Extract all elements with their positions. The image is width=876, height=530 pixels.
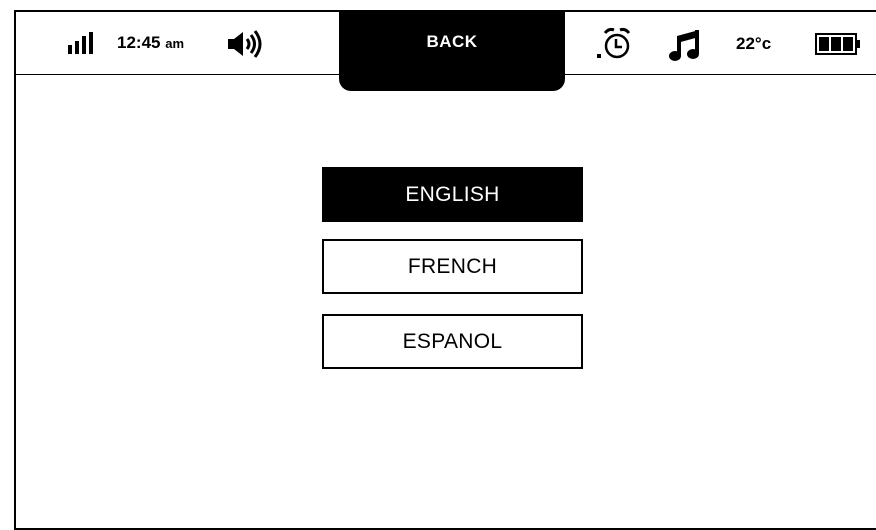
- back-button-label: BACK: [426, 32, 478, 51]
- time-suffix: am: [165, 36, 185, 51]
- volume-icon[interactable]: [226, 30, 266, 58]
- back-button[interactable]: BACK: [339, 10, 565, 91]
- language-option-label: ESPANOL: [402, 329, 503, 353]
- alarm-icon[interactable]: [590, 27, 634, 61]
- language-option-espanol[interactable]: ESPANOL: [322, 314, 583, 369]
- clock-time: 12:45 am: [117, 33, 184, 54]
- language-option-english[interactable]: ENGLISH: [322, 167, 583, 222]
- time-value: 12:45: [117, 33, 161, 52]
- language-option-french[interactable]: FRENCH: [322, 239, 583, 294]
- signal-icon: [68, 32, 93, 54]
- battery-icon: [815, 33, 860, 55]
- language-option-label: ENGLISH: [405, 182, 500, 206]
- language-option-label: FRENCH: [407, 254, 498, 278]
- temperature-readout: 22°c: [736, 34, 772, 53]
- music-icon[interactable]: [667, 28, 703, 62]
